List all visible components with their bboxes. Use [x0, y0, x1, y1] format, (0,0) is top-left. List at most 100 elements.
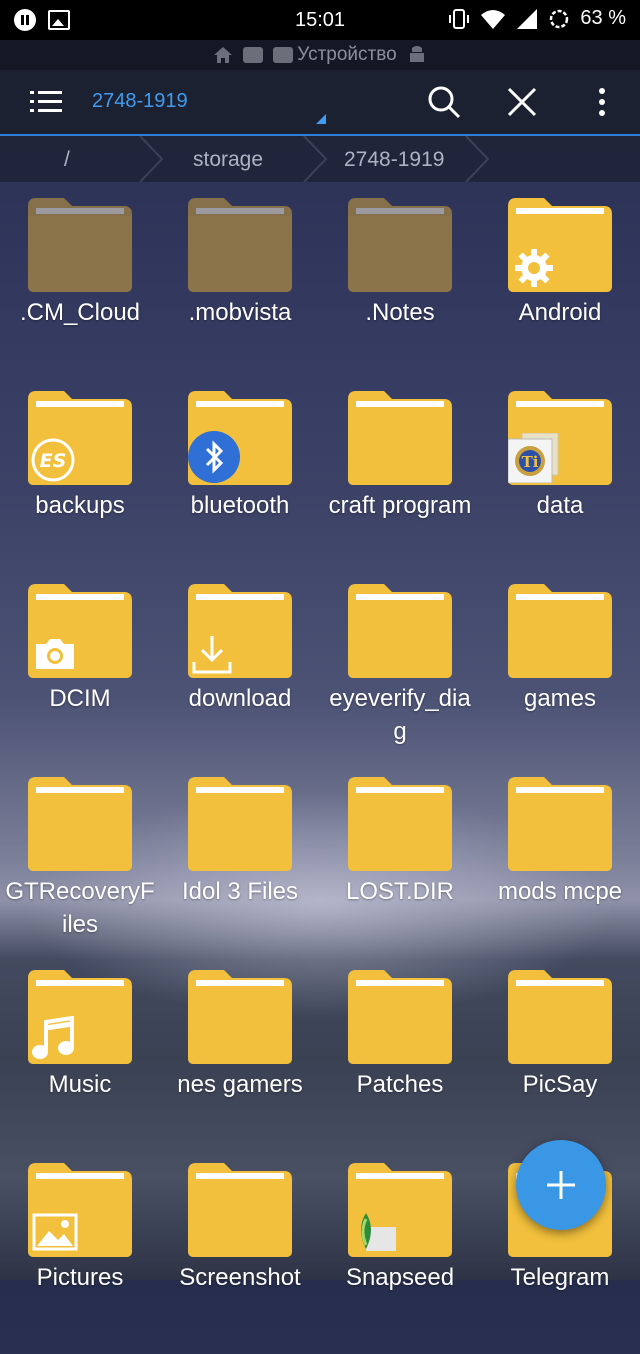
folder-icon: [508, 582, 612, 678]
folder-item[interactable]: Idol 3 Files: [160, 775, 320, 968]
folder-icon: [28, 196, 132, 292]
picture-icon: [32, 1213, 78, 1256]
folder-item[interactable]: games: [480, 582, 640, 775]
folder-name: Music: [48, 1071, 112, 1098]
breadcrumb-root[interactable]: /: [64, 148, 70, 172]
more-button[interactable]: [580, 80, 624, 124]
status-right-icons: 63 %: [448, 7, 626, 30]
folder-icon: [188, 196, 292, 292]
folder-item[interactable]: Music: [0, 968, 160, 1161]
close-button[interactable]: [500, 80, 544, 124]
folder-item[interactable]: Android: [480, 196, 640, 389]
titanium-backup-icon: Ti: [507, 432, 560, 488]
folder-name: eyeverify_diag: [329, 685, 471, 745]
folder-item[interactable]: eyeverify_diag: [320, 582, 480, 775]
folder-icon: [188, 775, 292, 871]
android-icon[interactable]: [407, 45, 427, 65]
menu-button[interactable]: [24, 80, 68, 124]
sd-card-icon: [273, 47, 294, 63]
folder-name: mods mcpe: [497, 878, 623, 905]
breadcrumb-current[interactable]: 2748-1919: [344, 148, 444, 172]
gear-icon: [512, 246, 556, 295]
battery-percent: 63 %: [580, 7, 626, 29]
folder-item[interactable]: nes gamers: [160, 968, 320, 1161]
folder-icon: [28, 775, 132, 871]
folder-item[interactable]: DCIM: [0, 582, 160, 775]
folder-item[interactable]: ES backups: [0, 389, 160, 582]
breadcrumb-storage[interactable]: storage: [193, 148, 263, 172]
status-bar: 15:01 63 %: [0, 0, 640, 40]
signal-icon: [517, 8, 538, 29]
folder-item[interactable]: craft program: [320, 389, 480, 582]
close-icon: [507, 87, 537, 117]
toolbar: 2748-1919: [0, 70, 640, 136]
folder-item[interactable]: PicSay: [480, 968, 640, 1161]
search-button[interactable]: [422, 80, 466, 124]
folder-name: .CM_Cloud: [19, 299, 141, 326]
music-note-icon: [30, 1015, 76, 1067]
svg-text:Ti: Ti: [522, 453, 539, 471]
folder-icon: [348, 775, 452, 871]
dropdown-indicator-icon[interactable]: [316, 114, 326, 124]
folder-name: Idol 3 Files: [181, 878, 299, 905]
folder-icon: [508, 968, 612, 1064]
plus-icon: [547, 1171, 575, 1199]
breadcrumb-separator-icon: [303, 136, 328, 182]
folder-item[interactable]: mods mcpe: [480, 775, 640, 968]
current-location[interactable]: Устройство: [273, 44, 397, 66]
hamburger-icon: [30, 91, 62, 112]
vibrate-icon: [449, 8, 470, 29]
location-title: Устройство: [297, 44, 397, 65]
folder-item[interactable]: Pictures: [0, 1161, 160, 1354]
breadcrumb-separator-icon: [465, 136, 490, 182]
folder-item[interactable]: .Notes: [320, 196, 480, 389]
folder-icon: [348, 582, 452, 678]
folder-name: Patches: [356, 1071, 444, 1098]
folder-item[interactable]: Ti data: [480, 389, 640, 582]
folder-name: nes gamers: [177, 1071, 303, 1098]
path-dropdown[interactable]: 2748-1919: [92, 90, 188, 113]
battery-ring-icon: [550, 9, 569, 28]
folder-icon: [508, 775, 612, 871]
breadcrumb-separator-icon: [139, 136, 164, 182]
search-icon: [428, 86, 461, 119]
folder-name: bluetooth: [190, 492, 290, 519]
folder-name: games: [523, 685, 597, 712]
folder-name: Pictures: [36, 1264, 124, 1291]
folder-item[interactable]: bluetooth: [160, 389, 320, 582]
folder-icon: [188, 968, 292, 1064]
folder-name: .mobvista: [188, 299, 292, 326]
folder-name: backups: [35, 492, 125, 519]
folder-name: DCIM: [49, 685, 111, 712]
breadcrumb: / storage 2748-1919: [0, 136, 640, 182]
folder-item[interactable]: Snapseed: [320, 1161, 480, 1354]
folder-name: download: [188, 685, 292, 712]
folder-name: craft program: [328, 492, 472, 519]
folder-item[interactable]: .mobvista: [160, 196, 320, 389]
folder-item[interactable]: .CM_Cloud: [0, 196, 160, 389]
camera-icon: [32, 636, 78, 677]
download-icon: [190, 632, 234, 681]
folder-name: LOST.DIR: [345, 878, 455, 905]
folder-name: Snapseed: [345, 1264, 455, 1291]
folder-item[interactable]: GTRecoveryFiles: [0, 775, 160, 968]
folder-name: .Notes: [365, 299, 435, 326]
folder-icon: [348, 389, 452, 485]
folder-item[interactable]: Patches: [320, 968, 480, 1161]
more-vert-icon: [599, 88, 605, 116]
folder-name: GTRecoveryFiles: [5, 878, 155, 938]
folder-name: Screenshot: [179, 1264, 301, 1291]
sd-card-icon[interactable]: [243, 47, 264, 63]
svg-text:ES: ES: [40, 450, 67, 472]
folder-item[interactable]: LOST.DIR: [320, 775, 480, 968]
folder-item[interactable]: Screenshot: [160, 1161, 320, 1354]
folder-item[interactable]: download: [160, 582, 320, 775]
folder-name: Telegram: [510, 1264, 610, 1291]
folder-icon: [348, 196, 452, 292]
folder-name: data: [536, 492, 584, 519]
home-icon[interactable]: [213, 46, 233, 64]
add-fab-button[interactable]: [516, 1140, 606, 1230]
folder-icon: [348, 968, 452, 1064]
wifi-icon: [481, 9, 506, 29]
folder-name: Android: [518, 299, 602, 326]
